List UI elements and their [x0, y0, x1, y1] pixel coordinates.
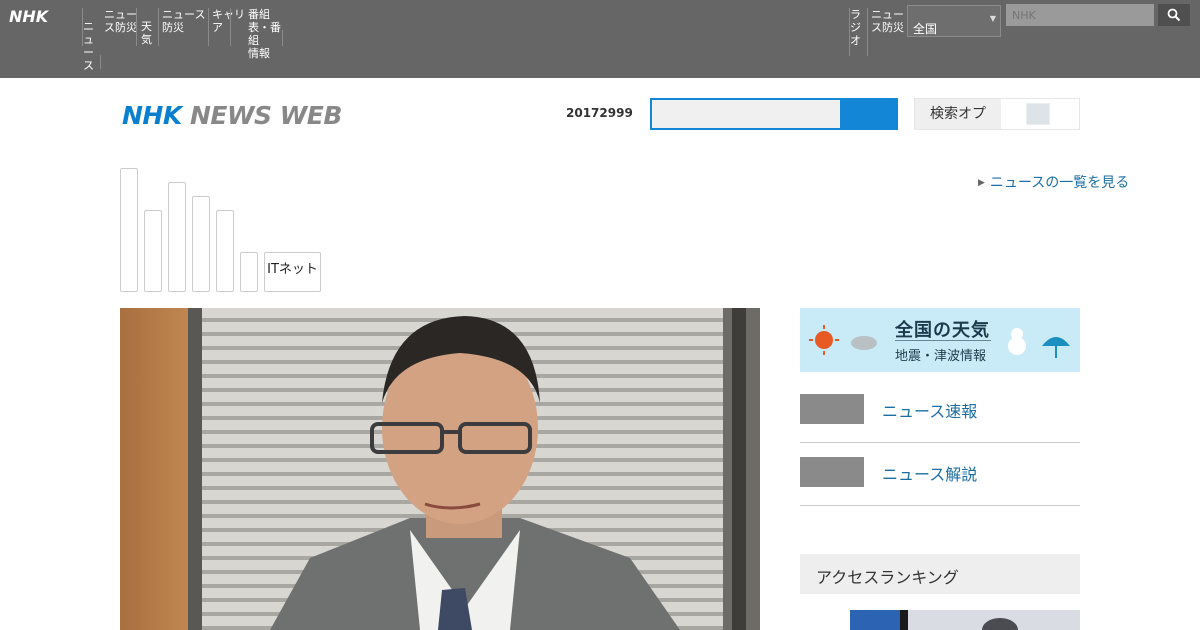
- side-item-label: ニュース解説: [882, 465, 978, 484]
- nav-divider: [100, 55, 101, 69]
- search-options-toggle[interactable]: [1026, 103, 1050, 125]
- nav-divider: [136, 8, 137, 46]
- category-tab-5[interactable]: [216, 210, 234, 292]
- region-select-value: 全国: [913, 22, 938, 36]
- nav-divider: [867, 8, 868, 56]
- nav-item-news-bousai-right[interactable]: ニュー ス防災: [871, 8, 905, 34]
- nav-divider: [158, 8, 159, 46]
- weather-banner[interactable]: 全国の天気 地震・津波情報: [800, 308, 1080, 372]
- nav-item-label: ニュ ース: [83, 20, 94, 72]
- nhk-news-web-logo[interactable]: NHK NEWS WEB: [122, 101, 342, 130]
- category-tab-4[interactable]: [192, 196, 210, 292]
- nav-divider: [208, 8, 209, 46]
- ranking-header: アクセスランキング: [800, 554, 1080, 594]
- weather-title: 全国の天気: [895, 320, 990, 341]
- category-tab-3[interactable]: [168, 182, 186, 292]
- side-list-item[interactable]: ニュース解説: [800, 443, 1080, 506]
- nav-item-career[interactable]: キャリ ア: [212, 8, 246, 34]
- news-list-link-label: ニュースの一覧を見る: [989, 175, 1130, 191]
- triangle-right-icon: ▶: [978, 178, 985, 188]
- nhk-logo[interactable]: NHK: [9, 7, 48, 26]
- category-tab-1[interactable]: [120, 168, 138, 292]
- global-navbar: NHK ニュ ース ニュー ス防災 天気 ニュース 防災 キャリ ア 番組 表・…: [0, 0, 1200, 78]
- news-list-link[interactable]: ▶ ニュースの一覧を見る: [978, 172, 1129, 192]
- weather-divider: [895, 340, 991, 341]
- search-icon: [1167, 8, 1181, 22]
- side-item-thumbnail: [800, 394, 864, 424]
- nav-item-label: ニュース 防災: [162, 8, 206, 34]
- nav-item-program[interactable]: 番組 表・番組 情報: [248, 8, 282, 60]
- search-options-label: 検索オプ: [915, 99, 1001, 129]
- nav-divider: [282, 30, 283, 46]
- nav-item-label: ラジ オ: [850, 8, 861, 47]
- nav-item-label: ニュー ス防災: [871, 8, 904, 34]
- global-search-button[interactable]: [1158, 4, 1190, 26]
- category-tab-it[interactable]: ITネット: [264, 252, 321, 292]
- date-label: 20172999: [566, 106, 633, 120]
- nav-item-news-2[interactable]: ニュース 防災: [162, 8, 208, 34]
- search-options-dropdown[interactable]: 検索オプ: [914, 98, 1080, 130]
- category-tab-6[interactable]: [240, 252, 258, 292]
- ranking-thumbnail-image: [850, 610, 1080, 630]
- logo-nhk-part: NHK: [122, 101, 182, 130]
- nav-item-label: 番組 表・番組 情報: [248, 8, 281, 60]
- side-item-thumbnail: [800, 457, 864, 487]
- top-story-photo[interactable]: [120, 308, 760, 630]
- site-search-button[interactable]: [841, 98, 898, 130]
- nav-item-news[interactable]: ニュ ース: [83, 20, 99, 72]
- news-photo-image: [120, 308, 760, 630]
- nav-item-weather[interactable]: 天気: [141, 20, 157, 46]
- category-tab-it-label: ITネット: [267, 262, 318, 277]
- logo-newsweb-part: NEWS WEB: [189, 101, 343, 130]
- side-item-label: ニュース速報: [882, 402, 978, 421]
- nav-item-label: ニュー ス防災: [104, 8, 137, 34]
- global-search-input[interactable]: [1006, 4, 1154, 26]
- nav-item-label: 天気: [141, 20, 152, 46]
- ranking-thumbnail[interactable]: [850, 610, 1080, 630]
- chevron-down-icon: ▼: [989, 14, 996, 23]
- nav-item-radio[interactable]: ラジ オ: [850, 8, 866, 47]
- weather-subtitle: 地震・津波情報: [895, 349, 987, 364]
- side-list-item[interactable]: ニュース速報: [800, 380, 1080, 443]
- category-tab-2[interactable]: [144, 210, 162, 292]
- nav-divider: [230, 8, 231, 46]
- nav-item-news-bousai[interactable]: ニュー ス防災: [104, 8, 138, 34]
- nav-item-label: キャリ ア: [212, 8, 245, 34]
- site-search-input[interactable]: [650, 98, 842, 130]
- region-select[interactable]: 全国 ▼: [907, 5, 1001, 37]
